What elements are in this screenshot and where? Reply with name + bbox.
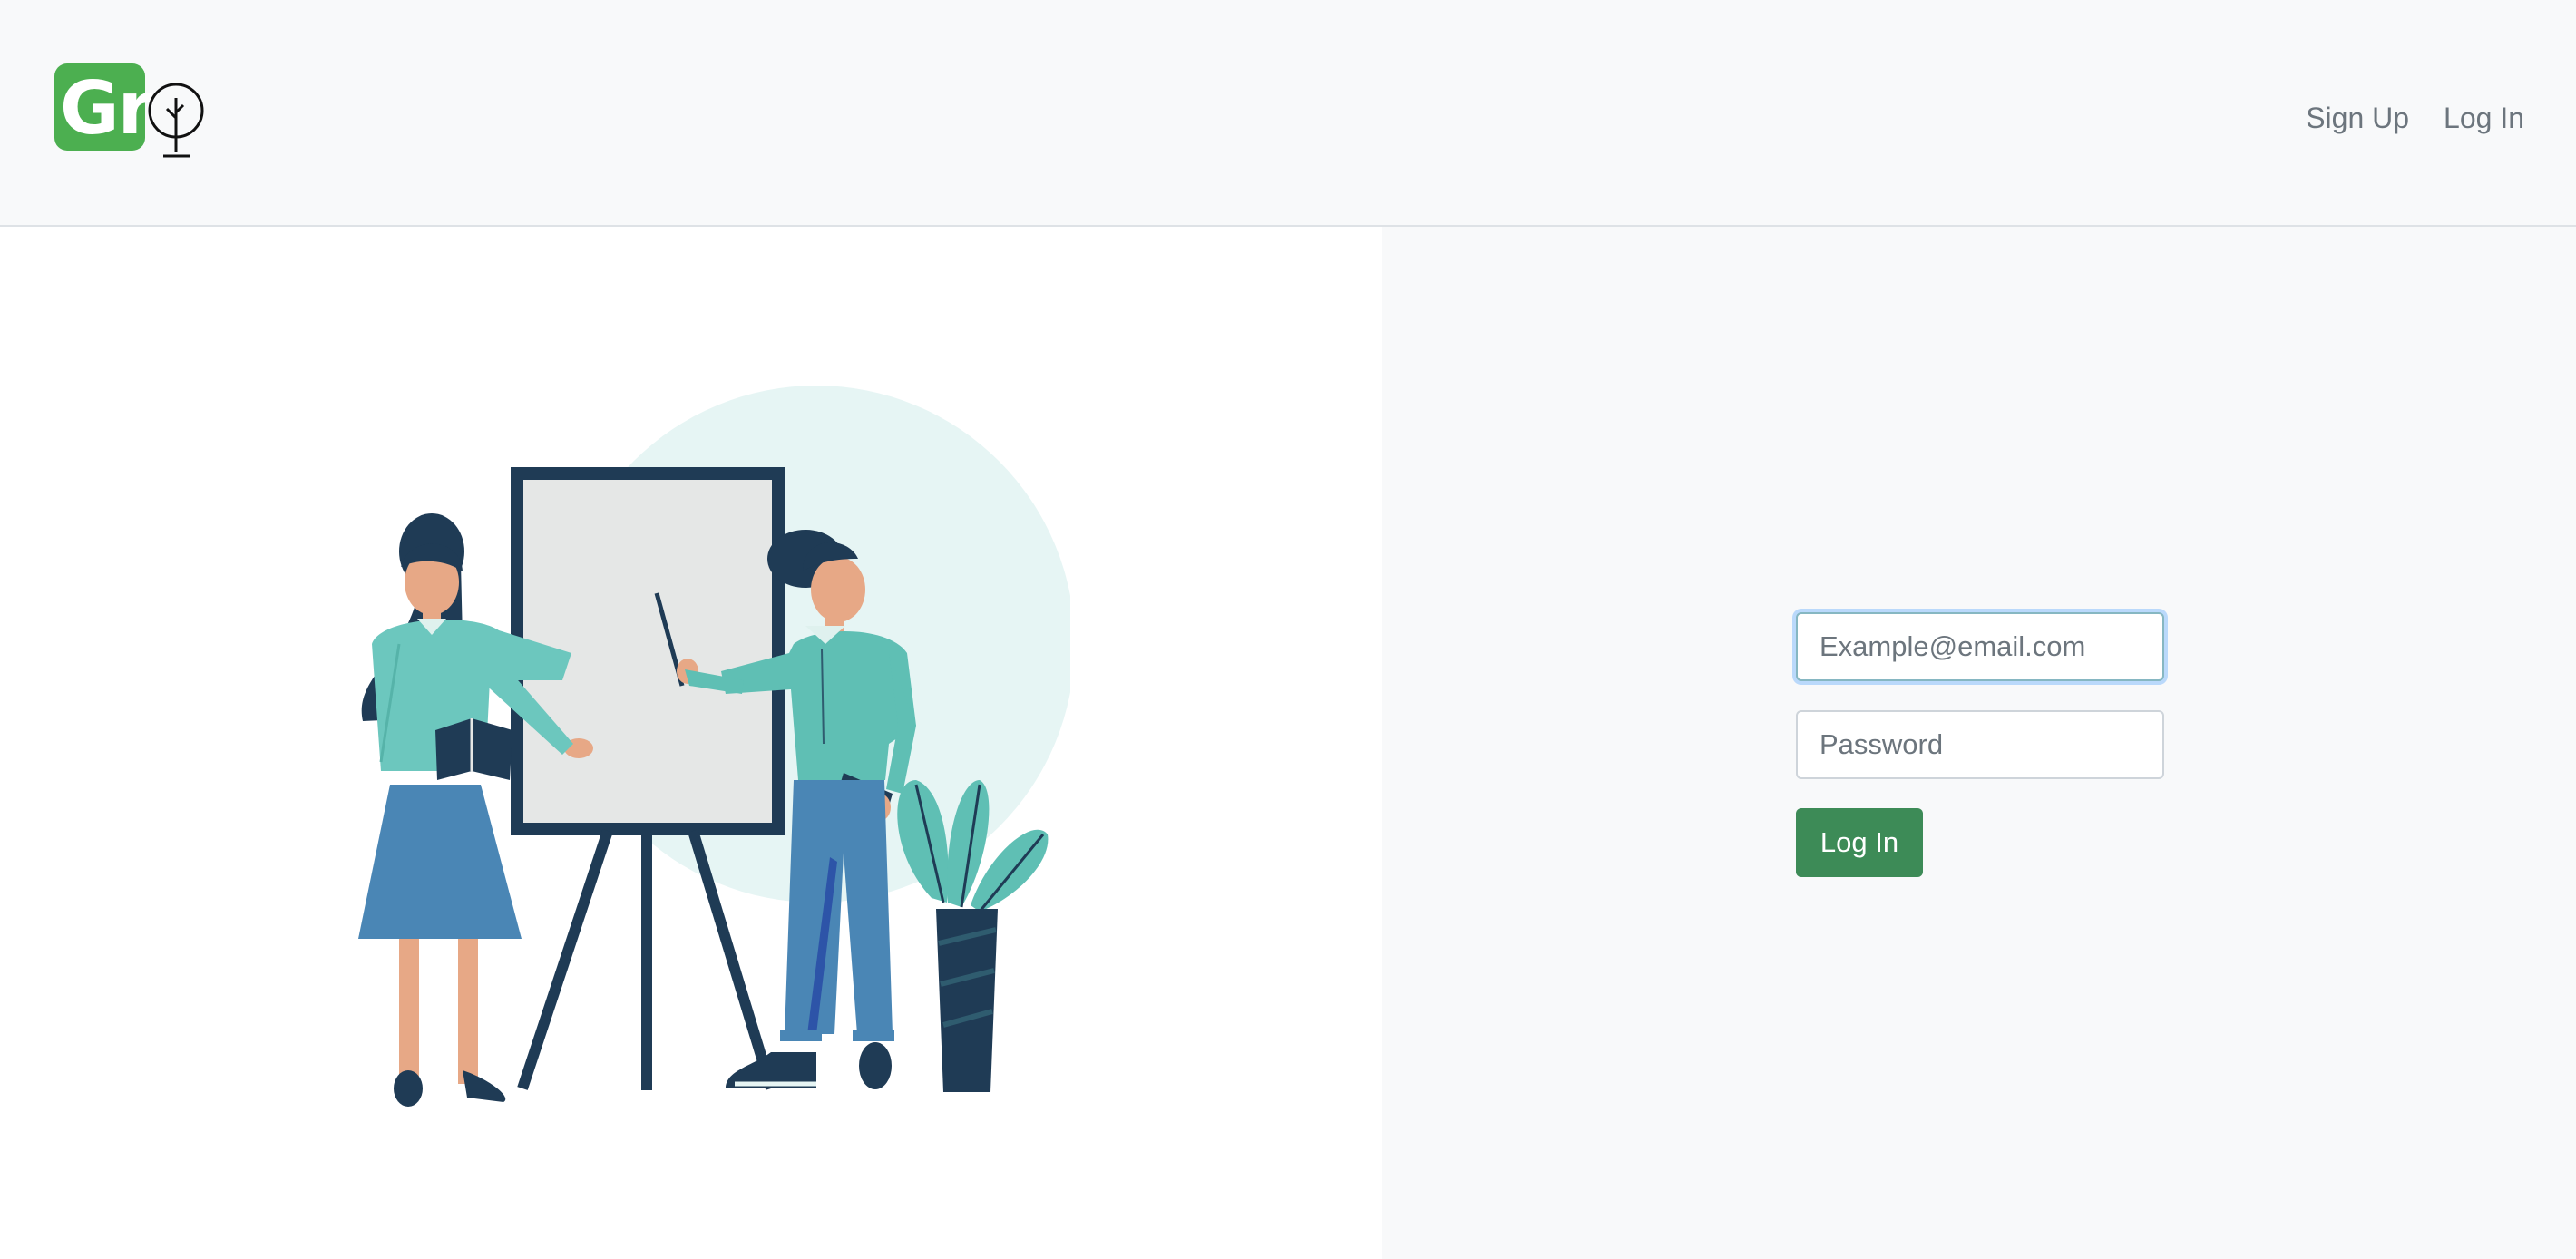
nav-sign-up-link[interactable]: Sign Up (2288, 98, 2426, 138)
brand-logo[interactable]: Gr (54, 62, 218, 161)
password-input[interactable] (1796, 710, 2164, 779)
nav-links: Sign Up Log In (2288, 98, 2542, 138)
presentation-illustration (358, 386, 1070, 1107)
email-input[interactable] (1796, 612, 2164, 681)
nav-log-in-link[interactable]: Log In (2426, 98, 2542, 138)
navbar: Gr Sign Up Log In (0, 0, 2576, 227)
login-form: Log In (1796, 612, 2166, 877)
log-in-button[interactable]: Log In (1796, 808, 1923, 877)
tree-icon (148, 83, 204, 158)
